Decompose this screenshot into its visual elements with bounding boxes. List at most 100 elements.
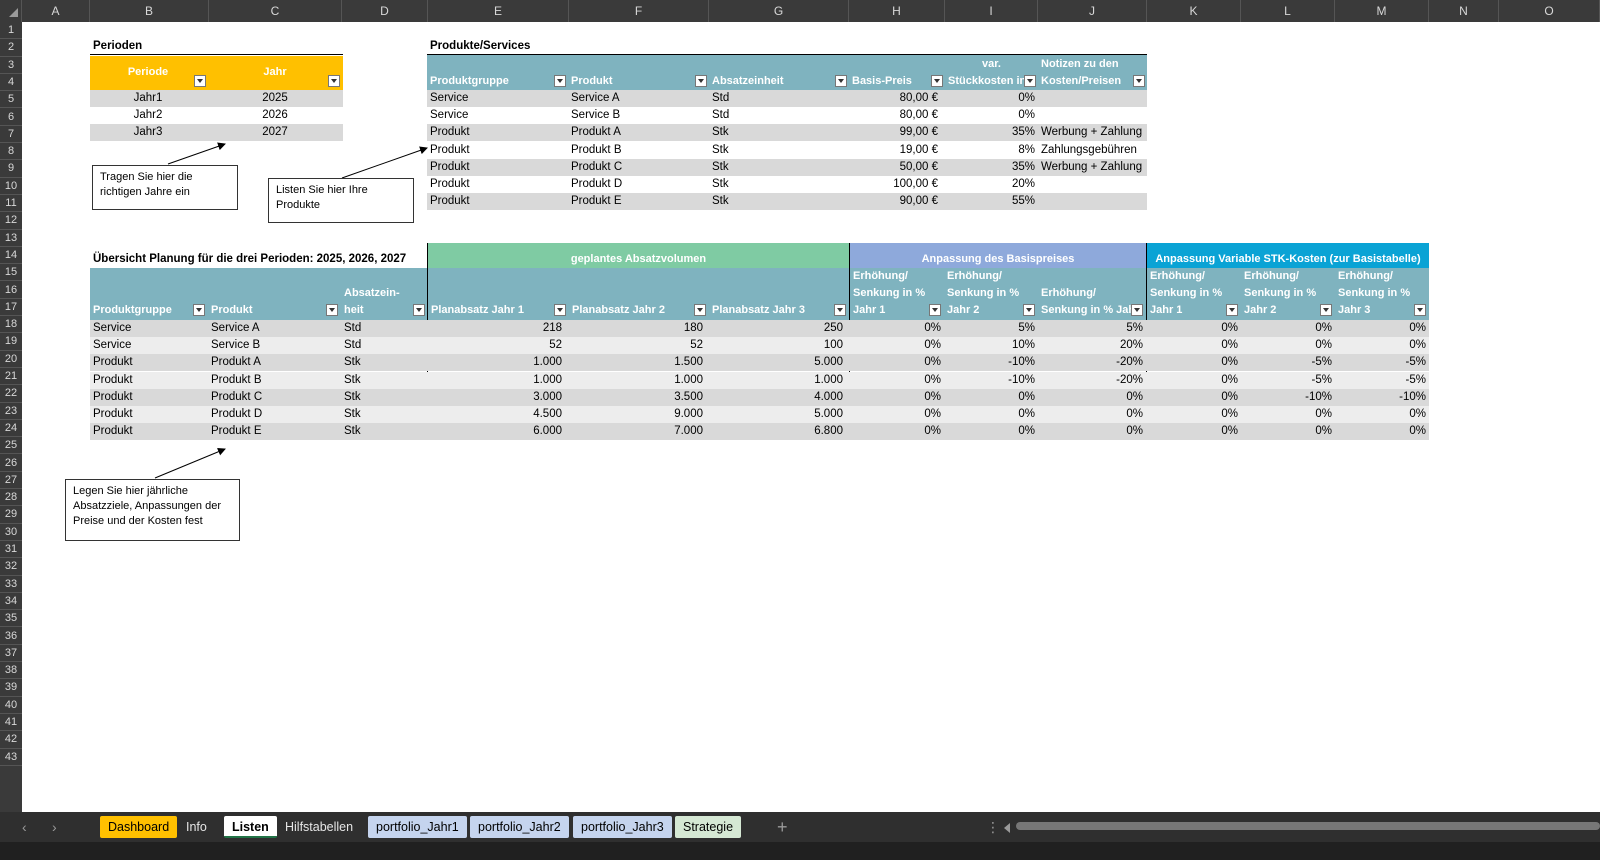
preis-jahr3-cell[interactable]: 0% [1038,423,1146,440]
preis-jahr2-cell[interactable]: -10% [944,372,1038,389]
kosten-jahr2-cell[interactable]: -10% [1241,389,1335,406]
row-header[interactable]: 15 [0,264,22,282]
preis-jahr2-cell[interactable]: 10% [944,337,1038,354]
planabsatz-jahr2-cell[interactable]: 1.000 [569,372,706,389]
notizen-cell[interactable]: Zahlungsgebühren [1038,142,1147,159]
kosten-jahr3-cell[interactable]: 0% [1335,423,1429,440]
filter-dropdown-icon[interactable] [193,304,205,316]
var-kosten-cell[interactable]: 35% [945,124,1038,141]
var-kosten-cell[interactable]: 35% [945,159,1038,176]
absatzeinheit-cell[interactable]: Std [709,90,849,107]
filter-dropdown-icon[interactable] [1023,304,1035,316]
row-header[interactable]: 38 [0,662,22,680]
produktgruppe-cell[interactable]: Produkt [427,142,568,159]
basis-preis-cell[interactable]: 100,00 € [849,176,941,193]
preis-jahr1-cell[interactable]: 0% [850,372,944,389]
planabsatz-jahr1-cell[interactable]: 6.000 [428,423,565,440]
filter-dropdown-icon[interactable] [1133,75,1145,87]
var-kosten-cell[interactable]: 0% [945,107,1038,124]
produktgruppe-cell[interactable]: Produkt [90,372,208,389]
produkt-cell[interactable]: Produkt E [568,193,709,210]
var-kosten-cell[interactable]: 20% [945,176,1038,193]
produktgruppe-cell[interactable]: Produkt [90,389,208,406]
absatzeinheit-cell[interactable]: Std [709,107,849,124]
preis-jahr3-cell[interactable]: 20% [1038,337,1146,354]
column-header[interactable]: E [428,0,569,22]
produktgruppe-cell[interactable]: Produkt [90,406,208,423]
row-header[interactable]: 4 [0,74,22,92]
row-header[interactable]: 32 [0,558,22,576]
preis-jahr1-cell[interactable]: 0% [850,389,944,406]
row-header[interactable]: 11 [0,195,22,213]
kosten-jahr3-cell[interactable]: -5% [1335,372,1429,389]
produktgruppe-cell[interactable]: Produkt [427,176,568,193]
planabsatz-jahr3-cell[interactable]: 250 [709,320,846,337]
planabsatz-jahr2-cell[interactable]: 7.000 [569,423,706,440]
preis-jahr2-cell[interactable]: 0% [944,389,1038,406]
column-header[interactable]: N [1429,0,1499,22]
preis-jahr1-cell[interactable]: 0% [850,337,944,354]
preis-jahr2-cell[interactable]: 0% [944,406,1038,423]
filter-dropdown-icon[interactable] [413,304,425,316]
kosten-jahr1-cell[interactable]: 0% [1147,423,1241,440]
sheet-tab[interactable]: Listen [224,816,277,838]
produkt-cell[interactable]: Produkt D [568,176,709,193]
basis-preis-cell[interactable]: 99,00 € [849,124,941,141]
column-header[interactable]: C [209,0,342,22]
sheet-tab[interactable]: Dashboard [100,816,178,838]
absatzeinheit-cell[interactable]: Stk [709,142,849,159]
produktgruppe-cell[interactable]: Produkt [427,124,568,141]
var-kosten-cell[interactable]: 0% [945,90,1038,107]
row-header[interactable]: 9 [0,160,22,178]
planabsatz-jahr1-cell[interactable]: 218 [428,320,565,337]
basis-preis-cell[interactable]: 80,00 € [849,90,941,107]
row-header[interactable]: 26 [0,455,22,472]
filter-dropdown-icon[interactable] [554,304,566,316]
periode-cell[interactable]: Jahr1 [93,90,203,107]
planabsatz-jahr1-cell[interactable]: 4.500 [428,406,565,423]
preis-jahr3-cell[interactable]: 0% [1038,406,1146,423]
notizen-cell[interactable] [1038,90,1147,107]
produkt-cell[interactable]: Service A [568,90,709,107]
basis-preis-cell[interactable]: 90,00 € [849,193,941,210]
sheet-tab[interactable]: portfolio_Jahr2 [470,816,569,838]
filter-dropdown-icon[interactable] [695,75,707,87]
kosten-jahr3-cell[interactable]: 0% [1335,406,1429,423]
filter-dropdown-icon[interactable] [931,75,943,87]
sheet-tab[interactable]: Info [178,816,215,838]
produkt-cell[interactable]: Produkt A [568,124,709,141]
planabsatz-jahr3-cell[interactable]: 5.000 [709,406,846,423]
kosten-jahr2-cell[interactable]: -5% [1241,354,1335,371]
filter-dropdown-icon[interactable] [835,75,847,87]
row-header[interactable]: 29 [0,506,22,524]
row-header[interactable]: 27 [0,472,22,490]
produktgruppe-cell[interactable]: Produkt [90,354,208,371]
kosten-jahr1-cell[interactable]: 0% [1147,406,1241,423]
kosten-jahr3-cell[interactable]: -10% [1335,389,1429,406]
column-header[interactable]: I [945,0,1038,22]
scroll-left-icon[interactable] [1004,823,1010,833]
row-header[interactable]: 37 [0,645,22,663]
kosten-jahr1-cell[interactable]: 0% [1147,354,1241,371]
row-header[interactable]: 16 [0,282,22,299]
row-header[interactable]: 7 [0,126,22,144]
column-header[interactable]: A [22,0,90,22]
column-header[interactable]: J [1038,0,1147,22]
notizen-cell[interactable]: Werbung + Zahlung [1038,159,1147,176]
row-header[interactable]: 33 [0,576,22,593]
jahr-cell[interactable]: 2026 [210,107,340,124]
preis-jahr3-cell[interactable]: -20% [1038,372,1146,389]
note-planung[interactable]: Legen Sie hier jährliche Absatzziele, An… [65,479,240,541]
note-jahre[interactable]: Tragen Sie hier die richtigen Jahre ein [92,165,238,210]
produkt-cell[interactable]: Produkt C [208,389,341,406]
kosten-jahr2-cell[interactable]: 0% [1241,337,1335,354]
produkt-cell[interactable]: Service A [208,320,341,337]
chevron-right-icon[interactable]: › [52,816,57,838]
absatzeinheit-cell[interactable]: Std [341,337,428,354]
var-kosten-cell[interactable]: 55% [945,193,1038,210]
kosten-jahr3-cell[interactable]: 0% [1335,320,1429,337]
planabsatz-jahr3-cell[interactable]: 6.800 [709,423,846,440]
notizen-cell[interactable] [1038,107,1147,124]
absatzeinheit-cell[interactable]: Stk [341,406,428,423]
filter-dropdown-icon[interactable] [1024,75,1036,87]
